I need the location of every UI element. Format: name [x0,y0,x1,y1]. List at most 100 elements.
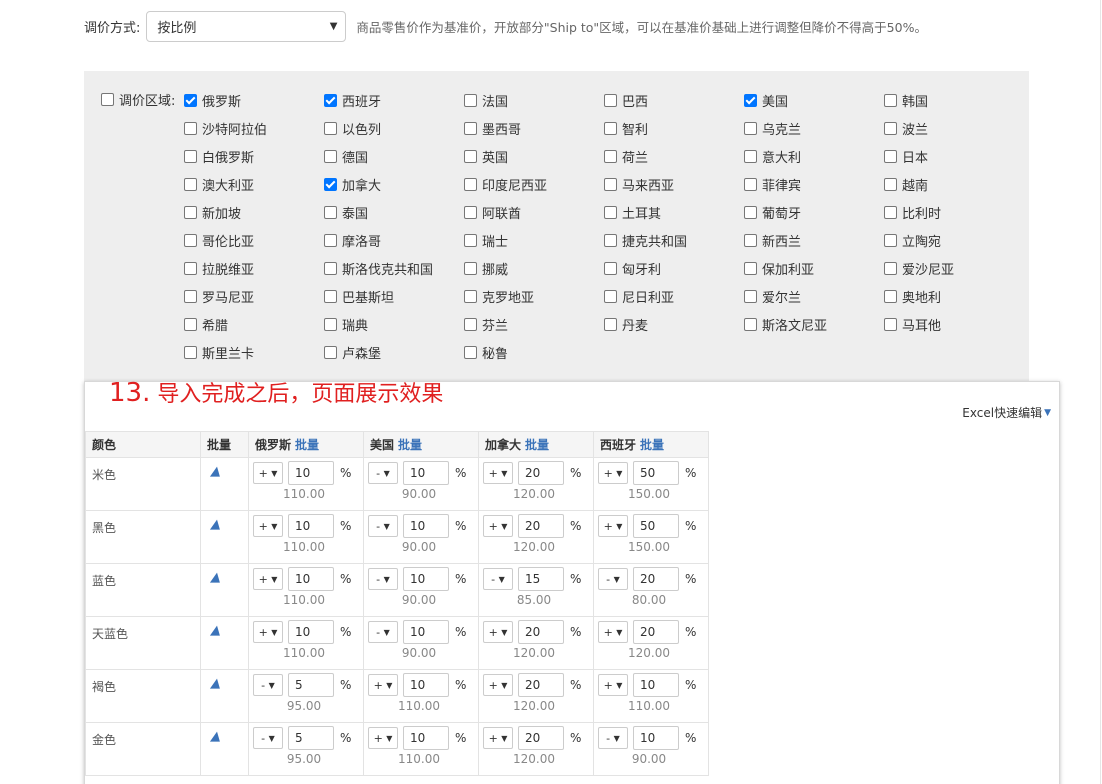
sign-select[interactable]: + ▼ [253,621,283,643]
excel-quick-edit-link[interactable]: Excel快速编辑 ▼ [962,404,1051,421]
percent-input[interactable]: 5 [288,673,334,697]
region-checkbox-item[interactable]: 波兰 [884,114,1024,142]
region-checkbox-item[interactable]: 英国 [464,142,604,170]
sign-select[interactable]: + ▼ [598,674,628,696]
region-checkbox-item[interactable]: 拉脱维亚 [184,254,324,282]
region-checkbox-item[interactable]: 韩国 [884,86,1024,114]
region-checkbox[interactable] [884,149,897,163]
sign-select[interactable]: - ▼ [368,568,398,590]
region-checkbox-item[interactable]: 西班牙 [324,86,464,114]
region-checkbox[interactable] [744,121,757,135]
region-checkbox[interactable] [884,317,897,331]
region-checkbox[interactable] [184,121,197,135]
percent-input[interactable]: 15 [518,567,564,591]
region-checkbox-item[interactable]: 以色列 [324,114,464,142]
region-checkbox[interactable] [744,149,757,163]
sign-select[interactable]: - ▼ [253,674,283,696]
region-checkbox[interactable] [744,233,757,247]
region-checkbox-item[interactable]: 葡萄牙 [744,198,884,226]
region-checkbox-item[interactable]: 斯洛伐克共和国 [324,254,464,282]
region-checkbox-item[interactable]: 爱尔兰 [744,282,884,310]
region-checkbox[interactable] [184,177,197,191]
percent-input[interactable]: 10 [288,514,334,538]
region-checkbox[interactable] [884,93,897,107]
region-checkbox-item[interactable]: 沙特阿拉伯 [184,114,324,142]
region-checkbox[interactable] [464,345,477,359]
region-checkbox-item[interactable]: 日本 [884,142,1024,170]
region-checkbox-item[interactable]: 芬兰 [464,310,604,338]
region-checkbox[interactable] [744,289,757,303]
region-checkbox-item[interactable]: 匈牙利 [604,254,744,282]
region-checkbox-item[interactable]: 墨西哥 [464,114,604,142]
region-checkbox-item[interactable]: 泰国 [324,198,464,226]
region-checkbox[interactable] [604,93,617,107]
percent-input[interactable]: 50 [633,461,679,485]
region-checkbox-item[interactable]: 爱沙尼亚 [884,254,1024,282]
region-checkbox[interactable] [744,317,757,331]
region-checkbox[interactable] [464,261,477,275]
percent-input[interactable]: 10 [633,726,679,750]
region-checkbox-item[interactable]: 斯洛文尼亚 [744,310,884,338]
region-checkbox[interactable] [184,261,197,275]
region-checkbox-item[interactable]: 挪威 [464,254,604,282]
sign-select[interactable]: - ▼ [598,727,628,749]
region-checkbox[interactable] [324,121,337,135]
send-arrow-icon[interactable]: ▲ [209,570,222,585]
region-checkbox[interactable] [464,93,477,107]
region-checkbox[interactable] [604,233,617,247]
region-checkbox[interactable] [464,121,477,135]
region-checkbox-item[interactable]: 希腊 [184,310,324,338]
region-checkbox-item[interactable]: 马来西亚 [604,170,744,198]
region-checkbox[interactable] [184,317,197,331]
region-checkbox-item[interactable]: 丹麦 [604,310,744,338]
regions-select-all[interactable]: 调价区域: [101,90,175,109]
percent-input[interactable]: 10 [403,620,449,644]
percent-input[interactable]: 20 [633,567,679,591]
region-checkbox-item[interactable]: 新加坡 [184,198,324,226]
region-checkbox[interactable] [464,177,477,191]
region-checkbox[interactable] [604,289,617,303]
send-arrow-icon[interactable]: ▲ [209,517,222,532]
region-checkbox-item[interactable]: 摩洛哥 [324,226,464,254]
region-checkbox-item[interactable]: 保加利亚 [744,254,884,282]
sign-select[interactable]: + ▼ [483,727,513,749]
region-checkbox-item[interactable]: 捷克共和国 [604,226,744,254]
region-checkbox[interactable] [744,261,757,275]
region-checkbox-item[interactable]: 巴基斯坦 [324,282,464,310]
region-checkbox[interactable] [184,233,197,247]
region-checkbox[interactable] [884,261,897,275]
sign-select[interactable]: - ▼ [598,568,628,590]
country-batch-link[interactable]: 批量 [398,438,422,452]
percent-input[interactable]: 10 [403,673,449,697]
region-checkbox-item[interactable]: 尼日利亚 [604,282,744,310]
country-batch-link[interactable]: 批量 [525,438,549,452]
region-checkbox-item[interactable]: 乌克兰 [744,114,884,142]
sign-select[interactable]: + ▼ [253,462,283,484]
region-checkbox[interactable] [184,149,197,163]
region-checkbox[interactable] [324,233,337,247]
region-checkbox[interactable] [464,149,477,163]
region-checkbox-item[interactable]: 荷兰 [604,142,744,170]
percent-input[interactable]: 5 [288,726,334,750]
region-checkbox[interactable] [324,93,337,107]
region-checkbox[interactable] [744,177,757,191]
region-checkbox[interactable] [744,205,757,219]
percent-input[interactable]: 10 [403,461,449,485]
country-batch-link[interactable]: 批量 [295,438,319,452]
region-checkbox-item[interactable]: 越南 [884,170,1024,198]
sign-select[interactable]: + ▼ [483,621,513,643]
region-checkbox[interactable] [604,177,617,191]
region-checkbox[interactable] [184,205,197,219]
region-checkbox[interactable] [324,289,337,303]
region-checkbox-item[interactable]: 加拿大 [324,170,464,198]
region-checkbox[interactable] [324,149,337,163]
region-checkbox-item[interactable]: 瑞典 [324,310,464,338]
region-checkbox-item[interactable]: 意大利 [744,142,884,170]
sign-select[interactable]: - ▼ [368,462,398,484]
region-checkbox-item[interactable]: 新西兰 [744,226,884,254]
sign-select[interactable]: + ▼ [483,515,513,537]
region-checkbox-item[interactable]: 智利 [604,114,744,142]
region-checkbox[interactable] [884,177,897,191]
region-checkbox-item[interactable]: 美国 [744,86,884,114]
region-checkbox-item[interactable]: 罗马尼亚 [184,282,324,310]
